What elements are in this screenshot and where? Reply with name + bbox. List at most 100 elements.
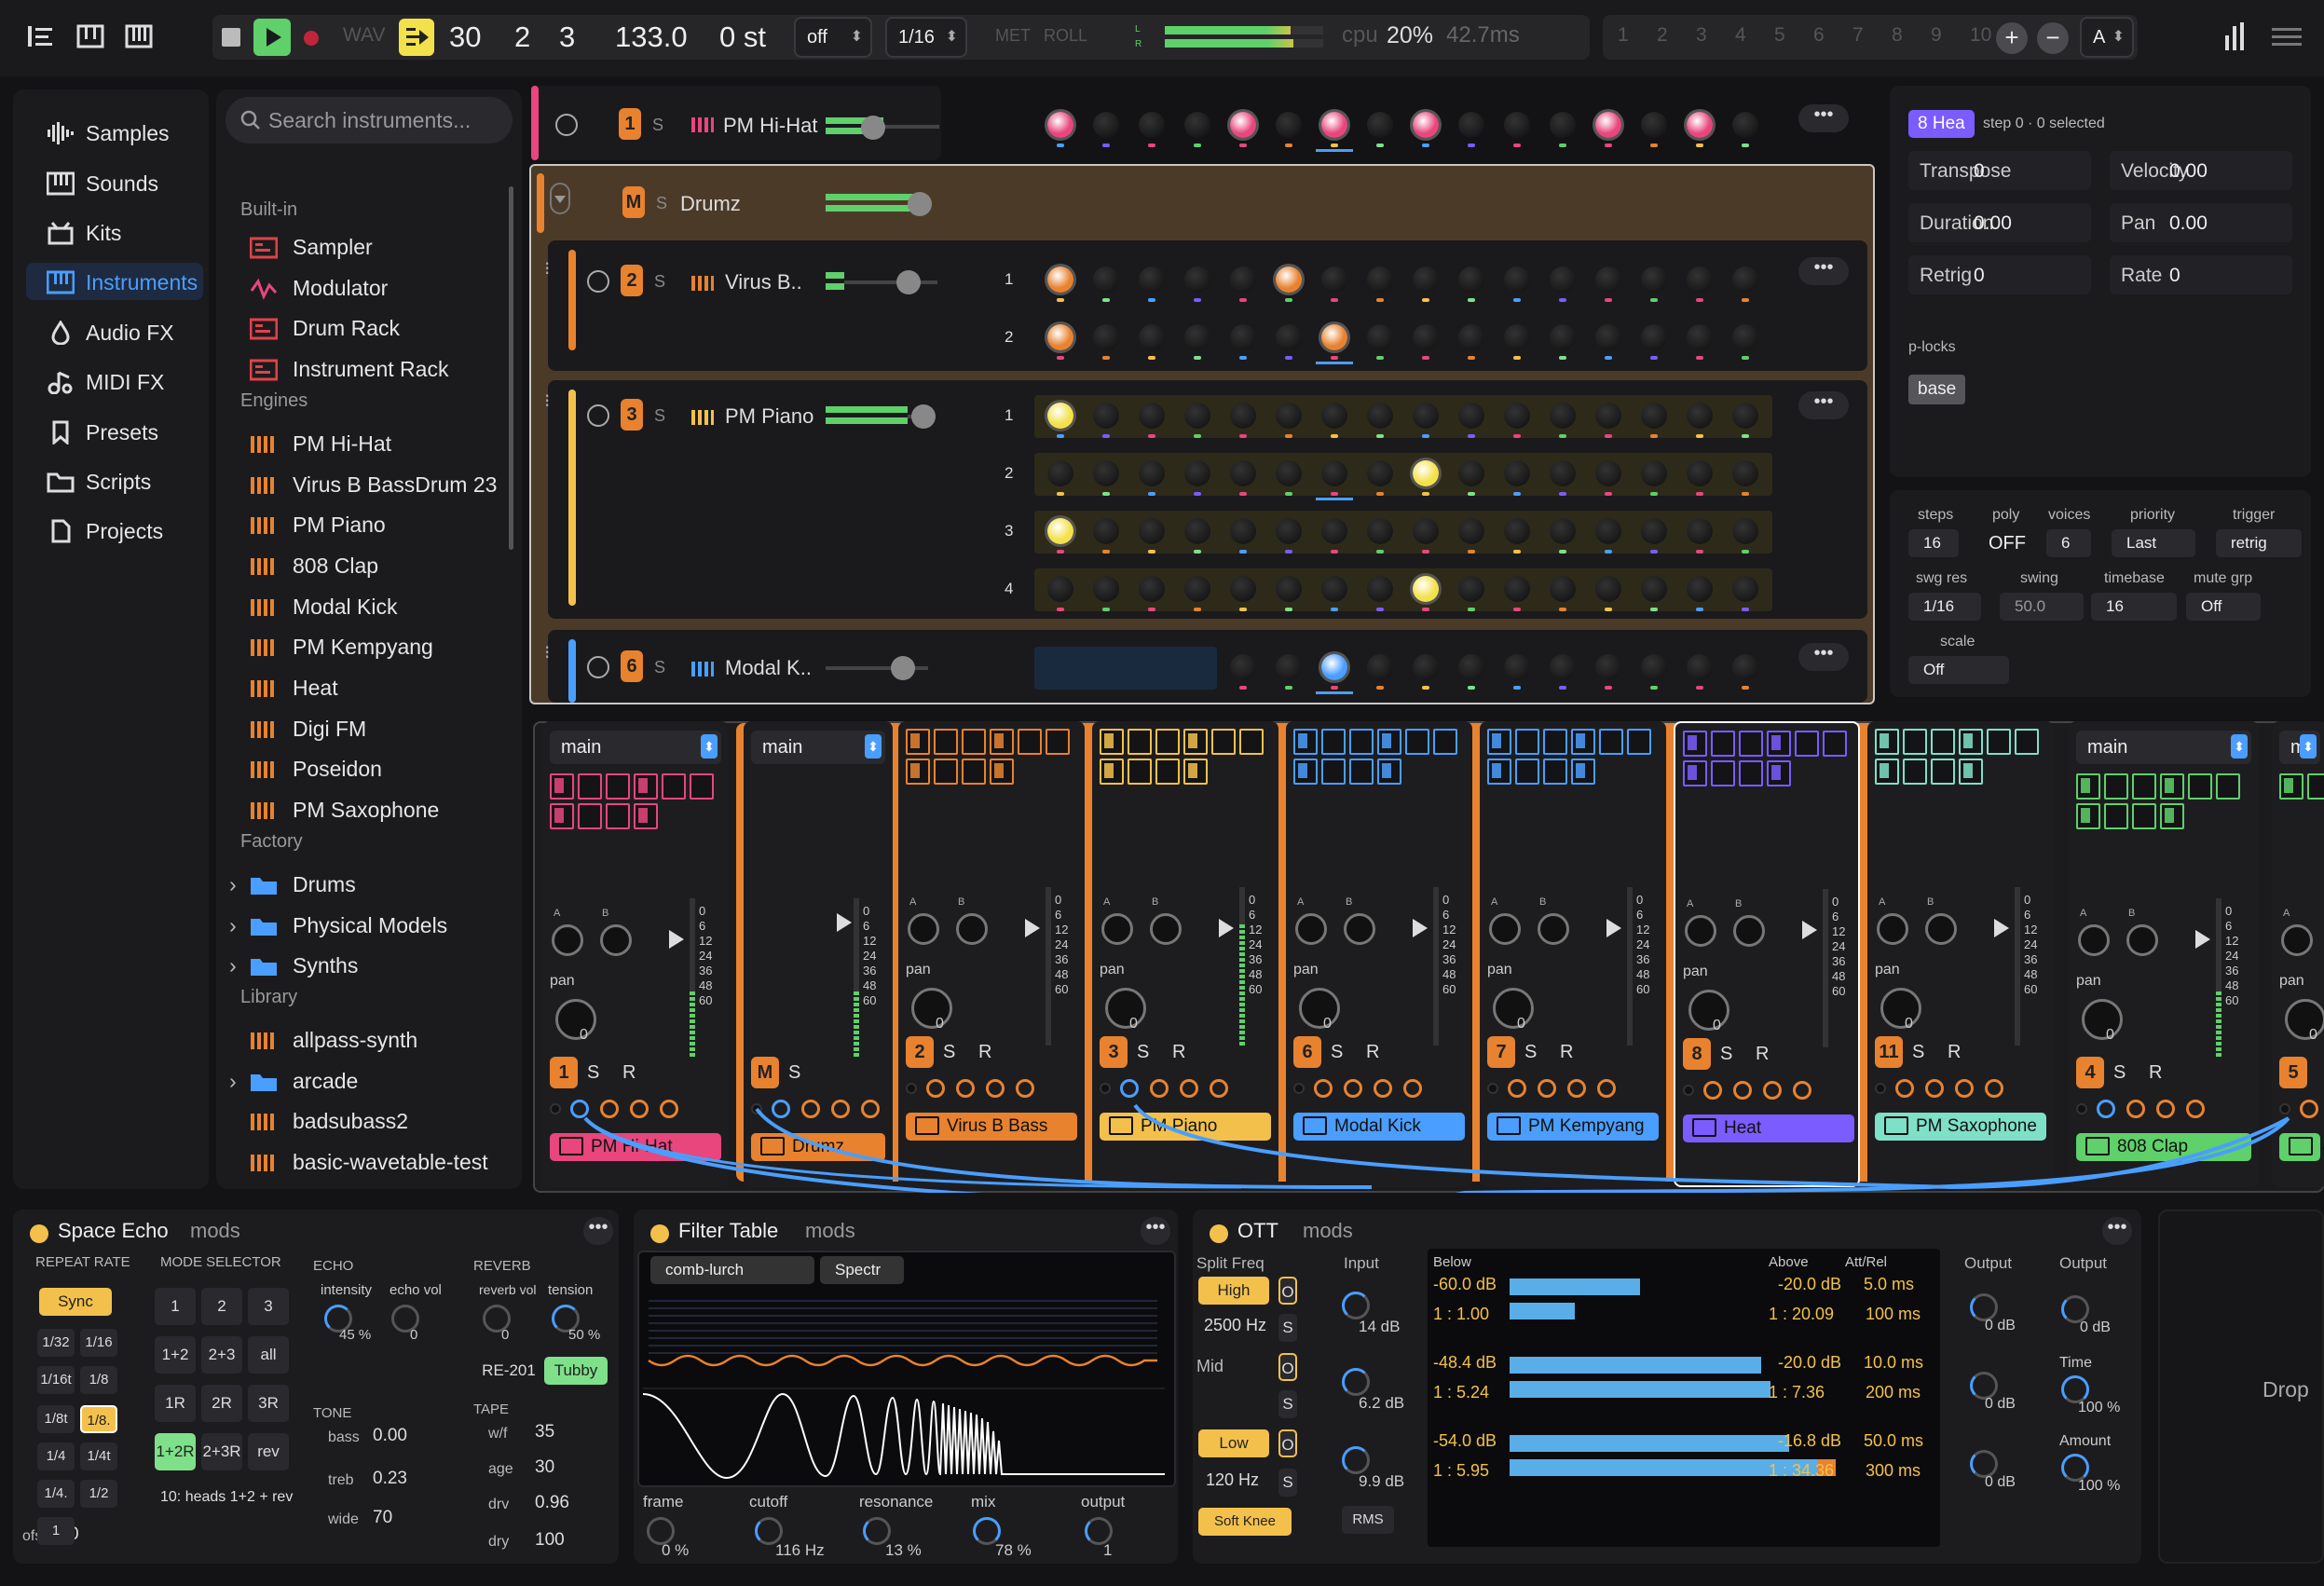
input-low-knob[interactable]: [1342, 1446, 1370, 1474]
step-button[interactable]: [1458, 576, 1484, 602]
step-button[interactable]: [1367, 112, 1393, 138]
metronome-toggle[interactable]: MET: [995, 26, 1031, 46]
step-button[interactable]: [1504, 112, 1530, 138]
step-button[interactable]: [1687, 403, 1713, 429]
above-threshold[interactable]: -20.0 dB: [1778, 1353, 1841, 1373]
scene-number-4[interactable]: 4: [1735, 24, 1746, 47]
step-button[interactable]: [1276, 460, 1302, 486]
step-button[interactable]: [1458, 112, 1484, 138]
track-virus-volume[interactable]: [826, 270, 947, 294]
track-virus-number[interactable]: 2: [621, 265, 643, 296]
release-value[interactable]: 100 ms: [1866, 1305, 1921, 1324]
mixer-view-icon[interactable]: [125, 22, 153, 50]
step-button[interactable]: [1550, 460, 1576, 486]
step-button[interactable]: [1093, 267, 1119, 293]
wav-export-label[interactable]: WAV: [343, 24, 386, 47]
step-button[interactable]: [1321, 576, 1347, 602]
fx-filter-menu[interactable]: •••: [1141, 1217, 1170, 1245]
track-modal-menu[interactable]: •••: [1798, 643, 1849, 671]
step-button[interactable]: [1139, 576, 1165, 602]
step-button[interactable]: [1687, 576, 1713, 602]
fx-ott-mods[interactable]: mods: [1303, 1219, 1353, 1243]
step-button[interactable]: [1732, 403, 1758, 429]
below-ratio[interactable]: 1 : 1.00: [1433, 1305, 1489, 1324]
step-button[interactable]: [1550, 112, 1576, 138]
position-sub[interactable]: 3: [559, 21, 575, 54]
track-virus-arm[interactable]: [587, 270, 609, 293]
attack-value[interactable]: 50.0 ms: [1864, 1431, 1923, 1451]
priority-select[interactable]: Last: [2112, 529, 2195, 557]
mode-chip[interactable]: 2+3: [201, 1336, 242, 1374]
step-button[interactable]: [1595, 112, 1621, 138]
step-button[interactable]: [1139, 112, 1165, 138]
trigger-select[interactable]: retrig: [2216, 529, 2302, 557]
band-low-s[interactable]: S: [1278, 1469, 1297, 1497]
track-piano-name[interactable]: PM Piano: [725, 404, 813, 429]
stop-button[interactable]: [222, 28, 240, 47]
step-button[interactable]: [1230, 403, 1256, 429]
above-threshold[interactable]: -20.0 dB: [1778, 1275, 1841, 1294]
step-button[interactable]: [1367, 403, 1393, 429]
step-button[interactable]: [1413, 324, 1439, 350]
step-button[interactable]: [1732, 654, 1758, 680]
step-button[interactable]: [1047, 576, 1073, 602]
step-button[interactable]: [1732, 576, 1758, 602]
sync-mode-select[interactable]: off: [794, 17, 872, 58]
step-button[interactable]: [1276, 267, 1302, 293]
mode-chip[interactable]: 2R: [201, 1385, 242, 1422]
rate-chip[interactable]: 1: [37, 1517, 75, 1545]
field-value[interactable]: 0: [1974, 160, 1985, 183]
step-button[interactable]: [1413, 112, 1439, 138]
inspector-field-rate[interactable]: Rate 0: [2110, 255, 2292, 294]
sidebar-item-samples[interactable]: Samples: [26, 114, 203, 151]
track-modal-volume[interactable]: [826, 656, 947, 680]
input-high-knob[interactable]: [1342, 1292, 1370, 1319]
release-value[interactable]: 300 ms: [1866, 1461, 1921, 1481]
sidebar-item-presets[interactable]: Presets: [26, 413, 203, 450]
rate-chip[interactable]: 1/32: [37, 1329, 75, 1357]
step-button[interactable]: [1413, 267, 1439, 293]
fx-power-indicator[interactable]: [1210, 1224, 1228, 1243]
search-input[interactable]: Search instruments...: [226, 97, 513, 144]
step-button[interactable]: [1230, 324, 1256, 350]
step-button[interactable]: [1595, 267, 1621, 293]
fx-echo-mods[interactable]: mods: [190, 1219, 240, 1243]
step-button[interactable]: [1139, 324, 1165, 350]
track-piano-menu[interactable]: •••: [1798, 391, 1849, 419]
step-button[interactable]: [1276, 112, 1302, 138]
below-threshold[interactable]: -60.0 dB: [1433, 1275, 1497, 1294]
position-beat[interactable]: 2: [514, 21, 530, 54]
step-button[interactable]: [1367, 518, 1393, 544]
plocks-base-chip[interactable]: base: [1908, 375, 1966, 404]
step-button[interactable]: [1687, 518, 1713, 544]
attack-value[interactable]: 5.0 ms: [1864, 1275, 1914, 1294]
step-button[interactable]: [1595, 654, 1621, 680]
step-button[interactable]: [1732, 112, 1758, 138]
step-button[interactable]: [1276, 576, 1302, 602]
step-button[interactable]: [1321, 518, 1347, 544]
drag-handle-icon[interactable]: ⁝: [544, 641, 550, 664]
mode-chip[interactable]: 1: [155, 1288, 196, 1325]
soft-knee-chip[interactable]: Soft Knee: [1198, 1508, 1292, 1536]
track-hihat-number[interactable]: 1: [619, 108, 641, 140]
step-button[interactable]: [1139, 518, 1165, 544]
chevron-right-icon[interactable]: ›: [229, 1069, 237, 1094]
scene-number-1[interactable]: 1: [1618, 24, 1629, 47]
step-button[interactable]: [1184, 324, 1210, 350]
step-button[interactable]: [1595, 460, 1621, 486]
step-button[interactable]: [1687, 267, 1713, 293]
track-virus-menu[interactable]: •••: [1798, 257, 1849, 285]
step-button[interactable]: [1413, 654, 1439, 680]
step-button[interactable]: [1047, 267, 1073, 293]
step-button[interactable]: [1504, 654, 1530, 680]
step-button[interactable]: [1641, 576, 1667, 602]
step-button[interactable]: [1641, 518, 1667, 544]
rms-chip[interactable]: RMS: [1342, 1506, 1394, 1534]
mode-chip[interactable]: 3R: [248, 1385, 289, 1422]
track-modal-solo[interactable]: S: [654, 658, 665, 677]
step-button[interactable]: [1093, 112, 1119, 138]
sidebar-item-sounds[interactable]: Sounds: [26, 164, 203, 201]
fx-power-indicator[interactable]: [30, 1224, 48, 1243]
rate-chip[interactable]: 1/4: [37, 1442, 75, 1470]
age-value[interactable]: 30: [535, 1457, 554, 1478]
